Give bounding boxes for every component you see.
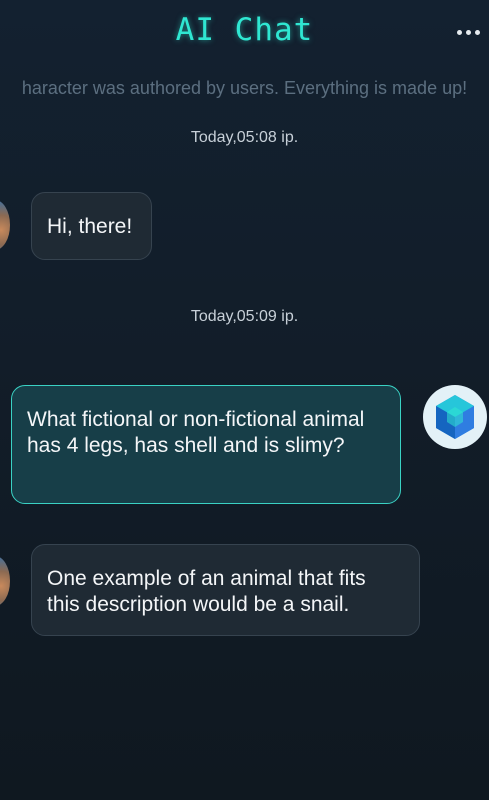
- disclaimer-text: haracter was authored by users. Everythi…: [21, 78, 468, 98]
- hexagon-logo-icon: [436, 395, 474, 439]
- message-text: One example of an animal that fits this …: [47, 567, 366, 616]
- more-horizontal-icon: [456, 29, 462, 35]
- user-avatar[interactable]: [423, 385, 487, 449]
- message-text: What fictional or non-fictional animal h…: [27, 408, 365, 457]
- message-timestamp: Today,05:08 ip.: [190, 129, 299, 146]
- more-dot: [474, 29, 480, 35]
- app-title: AI Chat: [175, 12, 314, 48]
- message-timestamp: Today,05:09 ip.: [190, 308, 299, 325]
- bot-message-bubble: One example of an animal that fits this …: [31, 544, 420, 636]
- message-text: Hi, there!: [47, 215, 133, 238]
- more-dot: [465, 29, 471, 35]
- bot-message-bubble: Hi, there!: [31, 192, 152, 260]
- bot-avatar[interactable]: [0, 556, 10, 606]
- app-header: AI Chat: [0, 0, 489, 64]
- more-options-button[interactable]: [451, 18, 485, 46]
- user-message-bubble: What fictional or non-fictional animal h…: [11, 385, 401, 504]
- bot-avatar[interactable]: [0, 200, 10, 250]
